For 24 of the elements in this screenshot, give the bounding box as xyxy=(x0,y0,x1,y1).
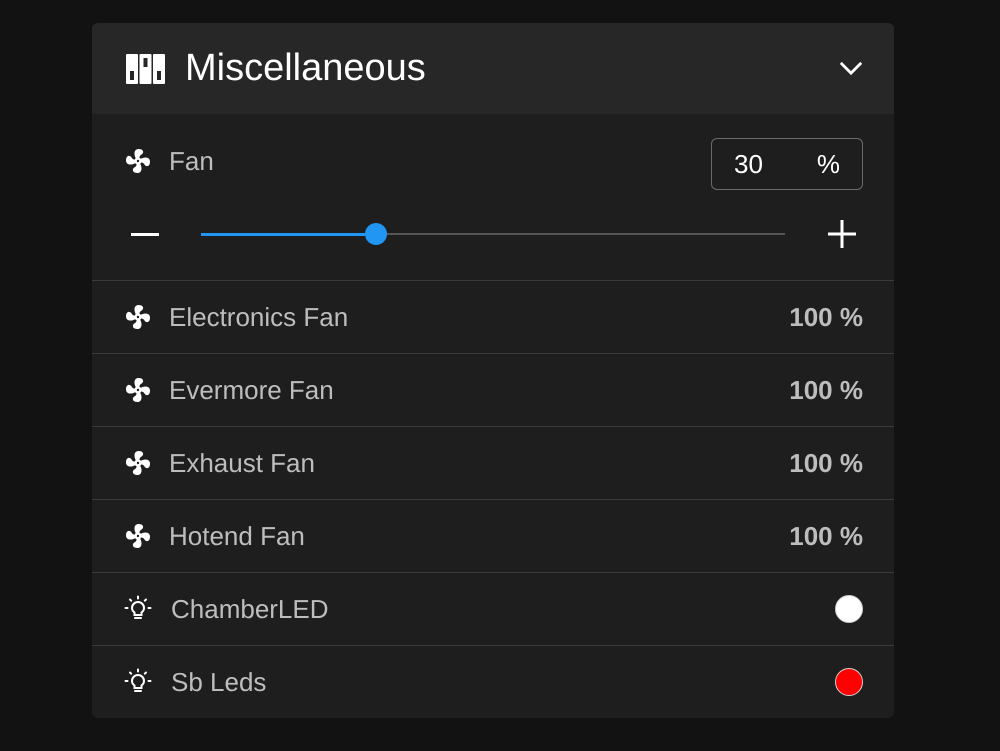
output-label: ChamberLED xyxy=(171,592,329,626)
slider-thumb[interactable] xyxy=(365,223,388,245)
panel-header[interactable]: Miscellaneous xyxy=(92,23,894,114)
fan-icon xyxy=(126,378,150,402)
fan-icon xyxy=(126,524,150,548)
output-label: Hotend Fan xyxy=(169,520,305,552)
minus-icon xyxy=(131,232,159,236)
panel-title: Miscellaneous xyxy=(185,46,426,91)
output-label: Evermore Fan xyxy=(169,374,334,406)
plus-icon xyxy=(828,220,856,248)
fan-icon xyxy=(126,305,150,329)
fan-label: Fan xyxy=(169,144,214,178)
fan-speed-value: 100 % xyxy=(789,446,863,480)
fan-speed-value: 100 % xyxy=(789,374,863,406)
output-label: Exhaust Fan xyxy=(169,446,315,480)
switches-icon xyxy=(126,54,165,84)
fan-speed-value: 100 % xyxy=(789,300,863,334)
output-label: Electronics Fan xyxy=(169,300,348,334)
fan-speed-value: 100 % xyxy=(789,520,863,552)
output-label: Sb Leds xyxy=(171,666,266,698)
fan-speed-field[interactable]: 30 % xyxy=(711,138,863,190)
fan-icon xyxy=(126,451,150,475)
fan-icon xyxy=(126,149,150,173)
chevron-icon[interactable] xyxy=(839,61,863,76)
